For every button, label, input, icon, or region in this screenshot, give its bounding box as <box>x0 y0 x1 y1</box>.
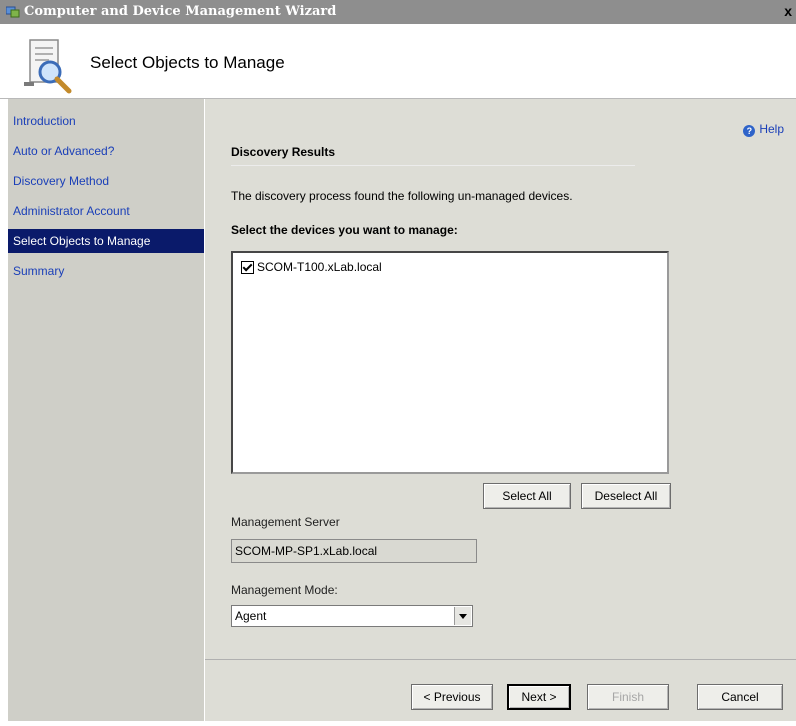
sidebar-item-discovery-method[interactable]: Discovery Method <box>8 169 204 193</box>
chevron-down-icon[interactable] <box>454 607 471 625</box>
finish-button: Finish <box>587 684 669 710</box>
wizard-steps-sidebar: Introduction Auto or Advanced? Discovery… <box>8 99 204 721</box>
help-label[interactable]: Help <box>759 122 784 136</box>
list-item[interactable]: SCOM-T100.xLab.local <box>241 260 382 274</box>
sidebar-item-select-objects[interactable]: Select Objects to Manage <box>8 229 204 253</box>
help-icon: ? <box>743 125 756 137</box>
sidebar-item-summary[interactable]: Summary <box>8 259 204 283</box>
device-label: SCOM-T100.xLab.local <box>257 260 382 274</box>
wizard-footer: < Previous Next > Finish Cancel <box>205 659 796 722</box>
sidebar-item-introduction[interactable]: Introduction <box>8 109 204 133</box>
section-heading: Discovery Results <box>231 145 336 159</box>
sidebar-item-administrator-account[interactable]: Administrator Account <box>8 199 204 223</box>
management-server-label: Management Server <box>231 515 340 529</box>
bottom-edge <box>205 721 796 726</box>
wizard-header: Select Objects to Manage <box>0 24 796 99</box>
title-bar: Computer and Device Management Wizard x <box>0 0 796 24</box>
wizard-app-icon <box>6 6 20 18</box>
section-divider <box>231 165 635 166</box>
previous-button[interactable]: < Previous <box>411 684 493 710</box>
discovery-description: The discovery process found the followin… <box>231 189 573 203</box>
next-button[interactable]: Next > <box>507 684 571 710</box>
close-icon[interactable]: x <box>784 3 792 19</box>
management-server-field: SCOM-MP-SP1.xLab.local <box>231 539 477 563</box>
management-mode-select[interactable]: Agent <box>231 605 473 627</box>
sidebar-item-auto-or-advanced[interactable]: Auto or Advanced? <box>8 139 204 163</box>
select-all-button[interactable]: Select All <box>483 483 571 509</box>
device-checkbox[interactable] <box>241 260 254 274</box>
select-devices-label: Select the devices you want to manage: <box>231 223 458 237</box>
main-content: ? Help Discovery Results The discovery pr… <box>205 99 796 659</box>
deselect-all-button[interactable]: Deselect All <box>581 483 671 509</box>
page-title: Select Objects to Manage <box>90 53 285 72</box>
device-list[interactable]: SCOM-T100.xLab.local <box>231 251 669 474</box>
window-title: Computer and Device Management Wizard <box>24 4 337 19</box>
help-link[interactable]: ? Help <box>743 122 784 137</box>
wizard-search-icon <box>24 39 72 94</box>
management-mode-label: Management Mode: <box>231 583 338 597</box>
management-mode-value: Agent <box>235 609 267 623</box>
cancel-button[interactable]: Cancel <box>697 684 783 710</box>
